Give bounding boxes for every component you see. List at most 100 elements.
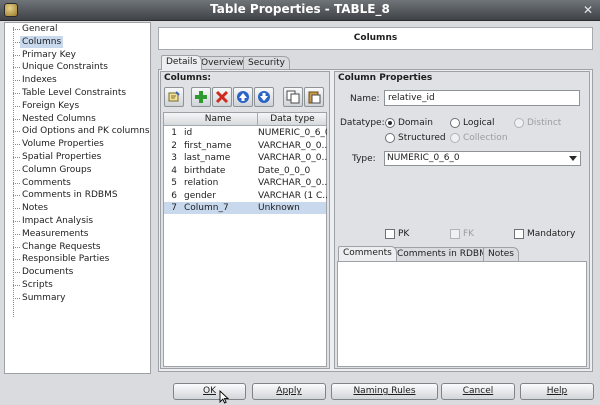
nav-item[interactable]: Foreign Keys [5, 100, 150, 112]
tab-comments[interactable]: Comments [338, 246, 397, 261]
tree-branch [13, 144, 20, 146]
tree-branch [13, 285, 20, 286]
nav-item[interactable]: Change Requests [5, 241, 150, 253]
nav-item[interactable]: Summary [5, 292, 150, 304]
nav-item[interactable]: Unique Constraints [5, 61, 150, 73]
title-bar: Table Properties - TABLE_8 ✕ [0, 0, 600, 21]
column-name-cell: last_name [184, 153, 231, 163]
comments-textarea[interactable] [337, 261, 587, 367]
nav-item[interactable]: Indexes [5, 74, 150, 86]
delete-button[interactable] [212, 87, 232, 107]
nav-item-label: Comments in RDBMS [22, 190, 118, 201]
nav-item[interactable]: Scripts [5, 279, 150, 291]
tree-branch [13, 195, 20, 197]
name-input[interactable]: relative_id [384, 90, 580, 106]
nav-item[interactable]: Table Level Constraints [5, 87, 150, 99]
tree-branch [13, 131, 20, 133]
tree-branch [13, 221, 20, 222]
apply-button[interactable]: Apply [252, 383, 326, 400]
table-row[interactable]: 1 id NUMERIC_0_6_0 [164, 127, 327, 139]
tree-branch [13, 208, 20, 210]
apply-button-label: Apply [276, 386, 302, 396]
nav-item-label: Foreign Keys [22, 100, 80, 111]
columns-grid[interactable]: Name Data type 1 id NUMERIC_0_6_0 2 first_na… [163, 112, 327, 367]
nav-item-label: General [22, 24, 58, 34]
table-row[interactable]: 7 Column_7 Unknown [164, 202, 326, 214]
nav-item-label: Scripts [22, 280, 53, 290]
copy-icon [286, 90, 300, 104]
ok-button-label: OK [203, 386, 216, 396]
naming-rules-button-label: Naming Rules [353, 386, 416, 396]
nav-item[interactable]: Nested Columns [5, 113, 150, 125]
column-header-datatype[interactable]: Data type [257, 113, 327, 125]
tree-branch [13, 80, 20, 82]
column-properties-panel: Column Properties Name: relative_id Data… [334, 71, 590, 369]
type-select[interactable]: NUMERIC_0_6_0 [384, 151, 581, 166]
pk-checkbox[interactable] [385, 229, 395, 239]
tab-details[interactable]: Details [161, 55, 203, 70]
mandatory-checkbox[interactable] [514, 229, 524, 239]
fk-label: FK [463, 229, 475, 239]
nav-item[interactable]: Oid Options and PK columns [5, 125, 150, 137]
copy-button[interactable] [283, 87, 303, 107]
nav-item-label: Measurements [22, 228, 89, 239]
nav-item[interactable]: Notes [5, 202, 150, 214]
close-icon[interactable]: ✕ [580, 3, 596, 18]
ok-button[interactable]: OK [173, 383, 246, 400]
naming-rules-button[interactable]: Naming Rules [331, 383, 438, 400]
datatype-structured-radio[interactable] [385, 133, 395, 143]
datatype-distinct-radio [514, 118, 524, 128]
nav-item[interactable]: Responsible Parties [5, 253, 150, 265]
edit-button[interactable] [164, 87, 184, 107]
tab-comments-in-rdbms[interactable]: Comments in RDBMS [392, 247, 498, 261]
pk-label: PK [398, 229, 410, 239]
nav-item[interactable]: Primary Key [5, 49, 150, 61]
tree-branch [13, 118, 20, 120]
column-header-name[interactable]: Name [179, 113, 257, 125]
nav-item[interactable]: Comments [5, 177, 150, 189]
nav-item[interactable]: General [5, 23, 150, 35]
move-up-button[interactable] [233, 87, 253, 107]
type-select-value: NUMERIC_0_6_0 [387, 153, 460, 163]
nav-item-label: Notes [22, 203, 48, 214]
nav-item-label: Responsible Parties [22, 254, 110, 265]
nav-item-label: Impact Analysis [22, 216, 94, 226]
cancel-button[interactable]: Cancel [441, 383, 515, 400]
nav-item[interactable]: Columns [5, 35, 150, 48]
section-header: Columns [158, 27, 593, 50]
edit-icon [168, 91, 180, 102]
table-row[interactable]: 2 first_name VARCHAR_0_0... [164, 140, 327, 152]
nav-item[interactable]: Column Groups [5, 164, 150, 176]
table-row[interactable]: 3 last_name VARCHAR_0_0... [164, 152, 327, 164]
tab-security[interactable]: Security [243, 56, 290, 70]
paste-button[interactable] [304, 87, 324, 107]
tree-branch [13, 54, 20, 56]
column-name-cell: relation [184, 178, 219, 188]
tab-notes[interactable]: Notes [483, 247, 519, 261]
column-type-cell: Unknown [258, 203, 300, 213]
nav-item[interactable]: Comments in RDBMS [5, 189, 150, 201]
move-up-icon [237, 91, 249, 103]
nav-item[interactable]: Volume Properties [5, 138, 150, 150]
column-name-cell: gender [184, 190, 216, 201]
tab-overview[interactable]: Overview [196, 56, 249, 70]
type-label: Type: [352, 154, 376, 164]
help-button[interactable]: Help [520, 383, 594, 400]
nav-item[interactable]: Documents [5, 266, 150, 278]
nav-item[interactable]: Measurements [5, 228, 150, 240]
nav-item-label: Spatial Properties [22, 152, 102, 162]
table-row[interactable]: 6 gender VARCHAR (1 C... [164, 190, 327, 202]
tree-branch [13, 169, 20, 171]
table-row[interactable]: 5 relation VARCHAR_0_0... [164, 177, 327, 189]
nav-item-label: Primary Key [22, 49, 76, 60]
nav-item-label: Column Groups [22, 164, 92, 175]
move-down-button[interactable] [254, 87, 274, 107]
nav-item[interactable]: Spatial Properties [5, 151, 150, 163]
nav-item[interactable]: Impact Analysis [5, 215, 150, 227]
datatype-collection-label: Collection [463, 133, 508, 143]
add-button[interactable] [191, 87, 211, 107]
datatype-logical-radio[interactable] [450, 118, 460, 128]
table-row[interactable]: 4 birthdate Date_0_0_0 [164, 165, 326, 177]
datatype-domain-radio[interactable] [385, 118, 395, 128]
column-type-cell: NUMERIC_0_6_0 [258, 128, 327, 138]
